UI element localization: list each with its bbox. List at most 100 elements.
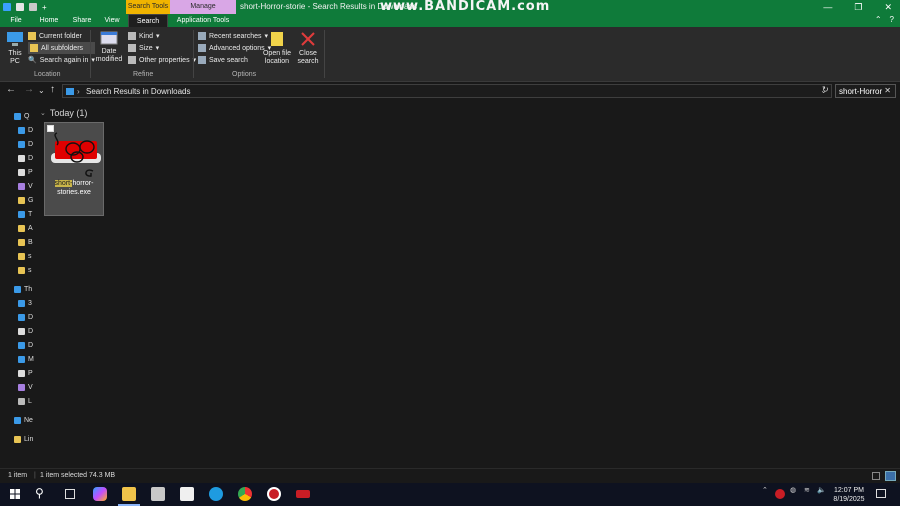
star-icon (14, 113, 21, 120)
customize-toolbar-icon[interactable]: + (42, 3, 47, 12)
nav-this-pc[interactable]: Th (14, 286, 32, 293)
properties-icon[interactable] (16, 3, 24, 11)
show-hidden-icons-icon[interactable]: ⌃ (762, 486, 768, 494)
tab-share[interactable]: Share (68, 14, 96, 27)
nav-linux[interactable]: Lin (14, 436, 33, 443)
search-input[interactable]: short-Horror (839, 87, 882, 96)
nav-3d-objects[interactable]: 3 (18, 300, 32, 307)
group-header-today[interactable]: ⌄ Today (1) (40, 108, 87, 118)
tab-search[interactable]: Search (128, 14, 168, 27)
recent-searches-button[interactable]: Recent searches ▾ (198, 30, 271, 42)
explorer-icon[interactable] (3, 3, 11, 11)
back-icon[interactable]: ← (6, 84, 16, 95)
open-file-location-button[interactable]: Open file location (262, 31, 292, 66)
location-group-label: Location (34, 71, 61, 78)
size-button[interactable]: Size ▾ (128, 42, 196, 54)
chrome-icon[interactable] (238, 487, 252, 501)
details-view-icon[interactable] (872, 472, 880, 480)
save-icon (198, 56, 206, 64)
nav-music[interactable]: M (18, 356, 34, 363)
large-icons-view-icon[interactable] (885, 471, 896, 481)
file-explorer-icon[interactable] (122, 487, 136, 501)
file-name: short-horror- stories.exe (45, 179, 103, 197)
folder-icon (28, 32, 36, 40)
folder-icon (18, 197, 25, 204)
help-icon[interactable]: ? (890, 15, 894, 24)
refresh-icon[interactable]: ↻ (822, 85, 829, 94)
computer-icon (7, 32, 23, 46)
nav-network[interactable]: Ne (14, 417, 33, 424)
refine-options: Kind ▾ Size ▾ Other properties ▾ (128, 30, 196, 66)
nav-pictures[interactable]: P (18, 169, 33, 176)
app-icon-red[interactable] (296, 490, 310, 498)
nav-quick-access[interactable]: Q (14, 113, 29, 120)
nav-videos[interactable]: V (18, 183, 33, 190)
nav-pc-pictures[interactable]: P (18, 370, 33, 377)
store-icon[interactable] (180, 487, 194, 501)
volume-icon[interactable]: 🔈 (817, 486, 826, 494)
edge-icon[interactable] (209, 487, 223, 501)
close-search-icon (301, 32, 315, 46)
save-search-button[interactable]: Save search (198, 54, 271, 66)
nav-pc-documents[interactable]: D (18, 328, 33, 335)
nav-desktop[interactable]: D (18, 127, 33, 134)
record-tray-icon[interactable] (775, 489, 785, 499)
minimize-icon[interactable]: — (823, 2, 832, 12)
search-box[interactable]: short-Horror ✕ (835, 84, 896, 98)
date-modified-button[interactable]: Date modified (93, 31, 125, 64)
maximize-icon[interactable]: ❐ (854, 2, 862, 13)
status-bar: 1 item | 1 item selected 74.3 MB (0, 468, 900, 483)
wifi-icon[interactable]: ≋ (804, 486, 810, 494)
nav-documents[interactable]: D (18, 155, 33, 162)
advanced-options-button[interactable]: Advanced options ▾ (198, 42, 271, 54)
nav-pc-desktop[interactable]: D (18, 314, 33, 321)
nav-folder-s2[interactable]: s (18, 267, 32, 274)
clear-search-icon[interactable]: ✕ (884, 86, 891, 95)
new-folder-icon[interactable] (29, 3, 37, 11)
taskbar-search-icon[interactable]: ⚲ (35, 486, 44, 500)
copilot-icon[interactable] (93, 487, 107, 501)
nav-folder-s1[interactable]: s (18, 253, 32, 260)
nav-pc-downloads[interactable]: D (18, 342, 33, 349)
manage-context-tab: Manage (170, 0, 236, 14)
close-icon[interactable]: ✕ (884, 2, 892, 13)
other-properties-button[interactable]: Other properties ▾ (128, 54, 196, 66)
up-icon[interactable]: ↑ (50, 84, 55, 95)
address-box[interactable]: › Search Results in Downloads ⌄ (62, 84, 832, 98)
windows-start-icon[interactable] (10, 489, 20, 499)
file-tile-short-horror-stories[interactable]: short-horror- stories.exe (44, 122, 104, 216)
date-modified-label: Date modified (95, 48, 123, 63)
nav-folder-g[interactable]: G (18, 197, 33, 204)
nav-pc-videos[interactable]: V (18, 384, 33, 391)
search-again-button[interactable]: 🔍 Search again in ▾ (28, 54, 95, 66)
close-search-button[interactable]: Close search (296, 31, 320, 66)
tab-view[interactable]: View (100, 14, 124, 27)
task-view-icon[interactable] (65, 489, 75, 499)
search-match-highlight: short- (54, 180, 73, 187)
tab-home[interactable]: Home (36, 14, 62, 27)
nav-downloads[interactable]: D (18, 141, 33, 148)
address-bar-row: ← → ⌄ ↑ › Search Results in Downloads ⌄ … (0, 82, 900, 99)
network-tray-icon[interactable]: ◍ (790, 486, 796, 494)
folder-icon (18, 239, 25, 246)
recent-locations-icon[interactable]: ⌄ (38, 86, 45, 95)
tab-file[interactable]: File (4, 14, 28, 27)
advanced-icon (198, 44, 206, 52)
notifications-icon[interactable] (876, 489, 886, 498)
forward-icon[interactable]: → (24, 84, 34, 95)
all-subfolders-button[interactable]: All subfolders (28, 42, 95, 54)
kind-button[interactable]: Kind ▾ (128, 30, 196, 42)
app-icon-gray[interactable] (151, 487, 165, 501)
nav-local-disk[interactable]: L (18, 398, 32, 405)
current-folder-button[interactable]: Current folder (28, 30, 95, 42)
nav-this-pc-shortcut[interactable]: T (18, 211, 32, 218)
nav-folder-a[interactable]: A (18, 225, 33, 232)
collapse-ribbon-icon[interactable]: ⌃ (875, 15, 882, 24)
tab-application-tools[interactable]: Application Tools (172, 14, 234, 27)
refine-group-label: Refine (133, 71, 154, 78)
this-pc-button[interactable]: This PC (4, 31, 26, 66)
bandicam-icon[interactable] (267, 487, 281, 501)
taskbar: ⚲ ⌃ ◍ ≋ 🔈 12:07 PM 8/19/2025 (0, 483, 900, 506)
system-clock[interactable]: 12:07 PM 8/19/2025 (828, 486, 870, 504)
nav-folder-b[interactable]: B (18, 239, 33, 246)
